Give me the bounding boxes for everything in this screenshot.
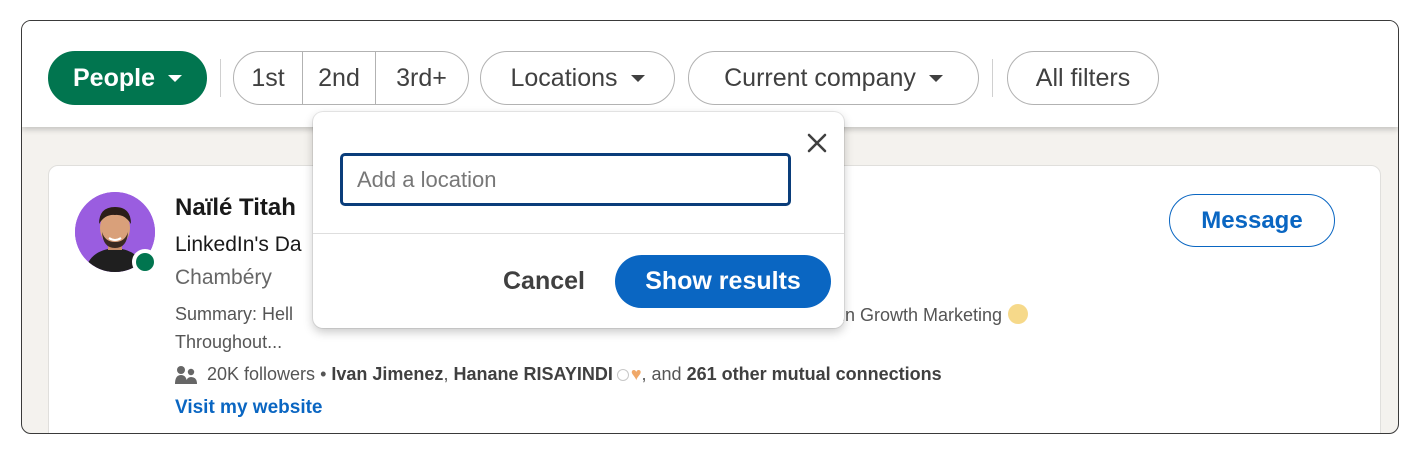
all-filters-button[interactable]: All filters <box>1007 51 1159 105</box>
smile-emoji-icon <box>1008 304 1029 324</box>
result-headline: LinkedIn's Da <box>175 233 302 256</box>
location-search-input[interactable] <box>340 153 791 206</box>
filter-divider <box>992 59 993 97</box>
followers-count: 20K followers <box>207 364 316 384</box>
comma-separator: , <box>443 364 454 384</box>
close-popover-button[interactable] <box>803 129 831 157</box>
locations-filter-label: Locations <box>510 63 618 92</box>
visit-website-link[interactable]: Visit my website <box>175 397 323 419</box>
filter-divider <box>220 59 221 97</box>
link-emoji-icon <box>616 368 629 381</box>
close-icon <box>807 133 827 153</box>
degree-2nd-button[interactable]: 2nd <box>302 52 375 104</box>
mutual-connection-2[interactable]: Hanane RISAYINDI <box>453 364 612 385</box>
result-summary-end: in Growth Marketing <box>841 304 1029 326</box>
degree-3rd-button[interactable]: 3rd+ <box>375 52 467 104</box>
people-filter-label: People <box>73 63 155 92</box>
and-separator: , and <box>641 364 687 384</box>
current-company-filter-label: Current company <box>724 63 916 92</box>
cancel-button[interactable]: Cancel <box>479 255 609 308</box>
other-mutual-connections-link[interactable]: 261 other mutual connections <box>687 364 942 385</box>
locations-filter-button[interactable]: Locations <box>480 51 675 105</box>
people-icon <box>175 365 197 384</box>
result-name[interactable]: Naïlé Titah <box>175 194 296 222</box>
result-summary-line2: Throughout... <box>175 332 283 352</box>
show-results-button[interactable]: Show results <box>615 255 831 308</box>
search-results-frame: People 1st 2nd 3rd+ Locations Current co… <box>21 20 1399 434</box>
result-summary-end-text: in Growth Marketing <box>841 305 1003 325</box>
result-location: Chambéry <box>175 266 272 289</box>
degree-1st-button[interactable]: 1st <box>234 52 302 104</box>
caret-down-icon <box>630 74 645 82</box>
mutual-connections-insight: 20K followers • Ivan Jimenez , Hanane RI… <box>175 364 942 385</box>
caret-down-icon <box>928 74 943 82</box>
people-filter-button[interactable]: People <box>48 51 207 105</box>
location-filter-popover: Cancel Show results <box>313 112 844 328</box>
bullet-separator: • <box>315 364 332 384</box>
heart-emoji-icon: ♥ <box>630 364 642 384</box>
popover-divider <box>313 233 844 234</box>
message-button[interactable]: Message <box>1169 194 1335 247</box>
mutual-connection-1[interactable]: Ivan Jimenez <box>331 364 443 385</box>
result-summary-start: Summary: Hell <box>175 304 294 324</box>
online-status-indicator <box>132 249 158 275</box>
caret-down-icon <box>167 74 182 82</box>
current-company-filter-button[interactable]: Current company <box>688 51 979 105</box>
connection-degree-group: 1st 2nd 3rd+ <box>233 51 469 105</box>
